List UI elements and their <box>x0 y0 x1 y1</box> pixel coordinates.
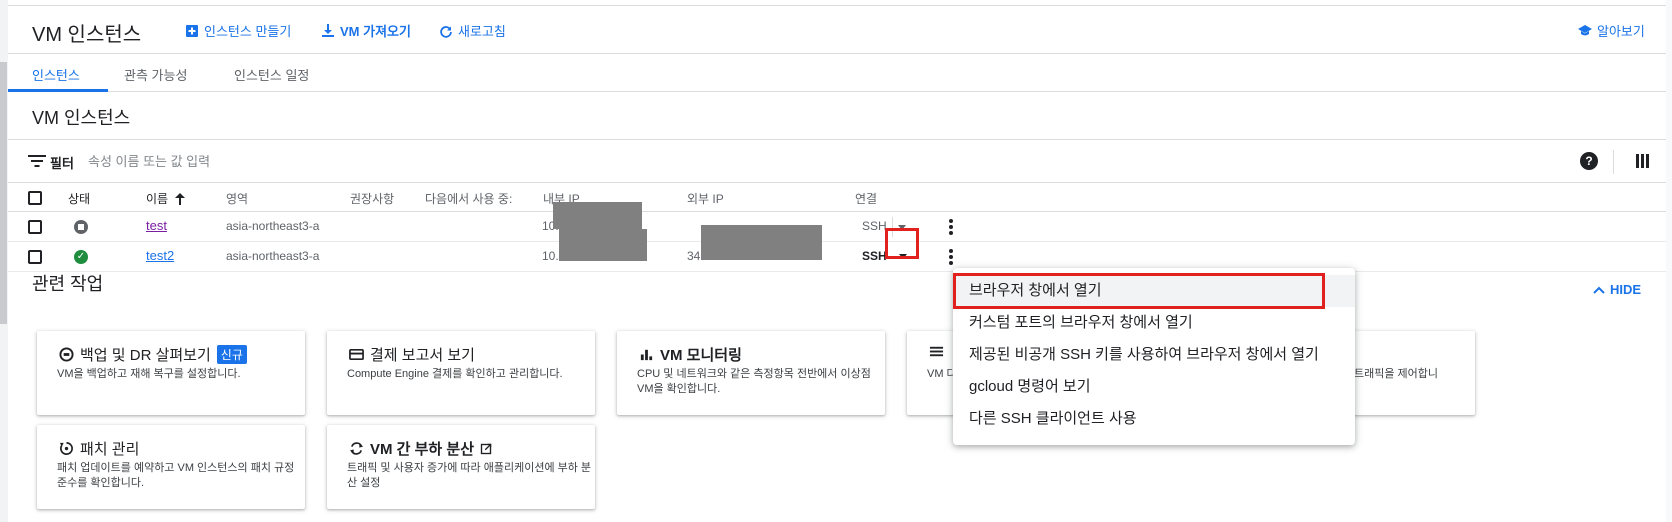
scrollbar-thumb[interactable] <box>0 62 7 324</box>
card-title: VM 간 부하 분산 <box>370 441 475 458</box>
learn-button[interactable]: 알아보기 <box>1577 21 1645 40</box>
menu-item-open-with-private-key[interactable]: 제공된 비공개 SSH 키를 사용하여 브라우저 창에서 열기 <box>953 339 1355 371</box>
backup-icon <box>59 347 74 362</box>
card-description: 트래픽을 제어합니 <box>1354 368 1439 380</box>
load-balance-icon <box>349 442 364 455</box>
card-load-balancing[interactable]: VM 간 부하 분산 트래픽 및 사용자 증가에 따라 애플리케이션에 부하 분… <box>327 425 595 509</box>
new-badge: 신규 <box>216 345 247 364</box>
header-connect[interactable]: 연결 <box>855 190 877 207</box>
sort-ascending-icon <box>175 192 186 205</box>
card-title: VM 모니터링 <box>660 347 742 364</box>
tab-instances[interactable]: 인스턴스 <box>32 65 80 84</box>
school-icon <box>1578 24 1592 35</box>
left-scrollbar[interactable] <box>0 0 8 522</box>
card-billing-report[interactable]: 결제 보고서 보기 Compute Engine 결제를 확인하고 관리합니다. <box>327 331 595 415</box>
table-header: 상태 이름 영역 권장사항 다음에서 사용 중: 내부 IP 외부 IP 연결 <box>8 184 1666 212</box>
learn-label: 알아보기 <box>1597 24 1645 39</box>
header-external-ip[interactable]: 외부 IP <box>687 190 724 207</box>
toolbar-divider <box>1613 150 1614 174</box>
tab-instance-schedules[interactable]: 인스턴스 일정 <box>234 65 309 84</box>
zone-cell: asia-northeast3-a <box>226 249 320 263</box>
header-in-use-by[interactable]: 다음에서 사용 중: <box>425 190 512 207</box>
tab-observability[interactable]: 관측 가능성 <box>124 65 187 84</box>
page-title: VM 인스턴스 <box>32 24 142 46</box>
more-actions-icon[interactable] <box>949 219 953 235</box>
refresh-label: 새로고침 <box>458 24 506 39</box>
tab-bar: 인스턴스 관측 가능성 인스턴스 일정 <box>8 54 1666 92</box>
card-title: 패치 관리 <box>80 441 140 458</box>
more-actions-icon[interactable] <box>949 249 953 265</box>
card-patch-management[interactable]: 패치 관리 패치 업데이트를 예약하고 VM 인스턴스의 패치 규정 준수를 확… <box>37 425 305 509</box>
right-edge <box>1666 0 1672 522</box>
header-status[interactable]: 상태 <box>68 190 90 207</box>
redaction-box <box>553 202 642 229</box>
header-name-label: 이름 <box>146 192 169 206</box>
running-status-icon: ✓ <box>74 250 88 264</box>
hide-button[interactable]: HIDE <box>1592 282 1641 297</box>
redaction-box <box>701 225 822 260</box>
instance-name-link[interactable]: test2 <box>146 248 174 263</box>
instance-name-link[interactable]: test <box>146 218 167 233</box>
hide-label: HIDE <box>1610 282 1642 297</box>
active-tab-indicator <box>8 89 108 92</box>
card-description: 트래픽 및 사용자 증가에 따라 애플리케이션에 부하 분산 설정 <box>347 462 592 489</box>
monitoring-icon <box>640 349 653 361</box>
add-box-icon <box>186 24 198 37</box>
card-title: 결제 보고서 보기 <box>370 347 475 364</box>
redaction-box <box>559 229 647 261</box>
import-vm-button[interactable]: VM 가져오기 <box>320 21 411 40</box>
logs-icon <box>929 346 944 357</box>
header-zone[interactable]: 영역 <box>226 190 248 207</box>
create-instance-button[interactable]: 인스턴스 만들기 <box>184 21 291 40</box>
ssh-button[interactable]: SSH <box>862 249 887 263</box>
ssh-button[interactable]: SSH <box>862 219 887 233</box>
section-title: VM 인스턴스 <box>32 108 131 128</box>
create-instance-label: 인스턴스 만들기 <box>204 24 292 39</box>
stopped-status-icon <box>74 220 88 234</box>
filter-label: 필터 <box>50 156 74 171</box>
patch-icon <box>59 442 73 455</box>
card-description: 패치 업데이트를 예약하고 VM 인스턴스의 패치 규정 준수를 확인합니다. <box>57 462 295 489</box>
zone-cell: asia-northeast3-a <box>226 219 320 233</box>
row-checkbox[interactable] <box>28 250 42 264</box>
help-icon[interactable]: ? <box>1580 152 1598 170</box>
card-description: CPU 및 네트워크와 같은 측정항목 전반에서 이상점 VM을 확인합니다. <box>637 368 871 395</box>
menu-item-other-ssh-client[interactable]: 다른 SSH 클라이언트 사용 <box>953 403 1355 435</box>
page-header: VM 인스턴스 인스턴스 만들기 VM 가져오기 새로고침 알아보기 <box>8 6 1666 54</box>
highlight-box <box>885 228 919 259</box>
row-checkbox[interactable] <box>28 220 42 234</box>
chevron-up-icon <box>1593 286 1605 294</box>
column-display-icon[interactable] <box>1636 154 1650 168</box>
card-description: Compute Engine 결제를 확인하고 관리합니다. <box>347 368 563 380</box>
card-title: 백업 및 DR 살펴보기 <box>80 347 211 364</box>
menu-item-open-custom-port[interactable]: 커스텀 포트의 브라우저 창에서 열기 <box>953 307 1355 339</box>
card-backup-dr[interactable]: 백업 및 DR 살펴보기 신규 VM을 백업하고 재해 복구를 설정합니다. <box>37 331 305 415</box>
filter-input[interactable] <box>88 149 488 173</box>
filter-bar: 필터 ? <box>8 140 1666 183</box>
external-ip-cell: 34 <box>687 249 701 263</box>
menu-item-view-gcloud-command[interactable]: gcloud 명령어 보기 <box>953 371 1355 403</box>
refresh-icon <box>440 25 452 38</box>
open-in-new-icon <box>480 443 492 454</box>
billing-icon <box>349 348 364 361</box>
table-row: ✓ test2 asia-northeast3-a 10. 34 SSH <box>8 225 1666 272</box>
import-vm-label: VM 가져오기 <box>340 24 411 39</box>
select-all-checkbox[interactable] <box>28 191 42 205</box>
header-name[interactable]: 이름 <box>146 190 186 207</box>
card-description: VM을 백업하고 재해 복구를 설정합니다. <box>57 368 241 380</box>
filter-icon[interactable] <box>28 154 46 168</box>
table-row: test asia-northeast3-a 10. SSH <box>8 202 1666 242</box>
internal-ip-cell: 10. <box>542 249 559 263</box>
download-icon <box>322 23 334 37</box>
highlight-box <box>953 273 1325 309</box>
header-recommendation[interactable]: 권장사항 <box>350 190 394 207</box>
refresh-button[interactable]: 새로고침 <box>438 21 506 40</box>
related-actions-title: 관련 작업 <box>32 274 104 294</box>
card-vm-monitoring[interactable]: VM 모니터링 CPU 및 네트워크와 같은 측정항목 전반에서 이상점 VM을… <box>617 331 885 415</box>
